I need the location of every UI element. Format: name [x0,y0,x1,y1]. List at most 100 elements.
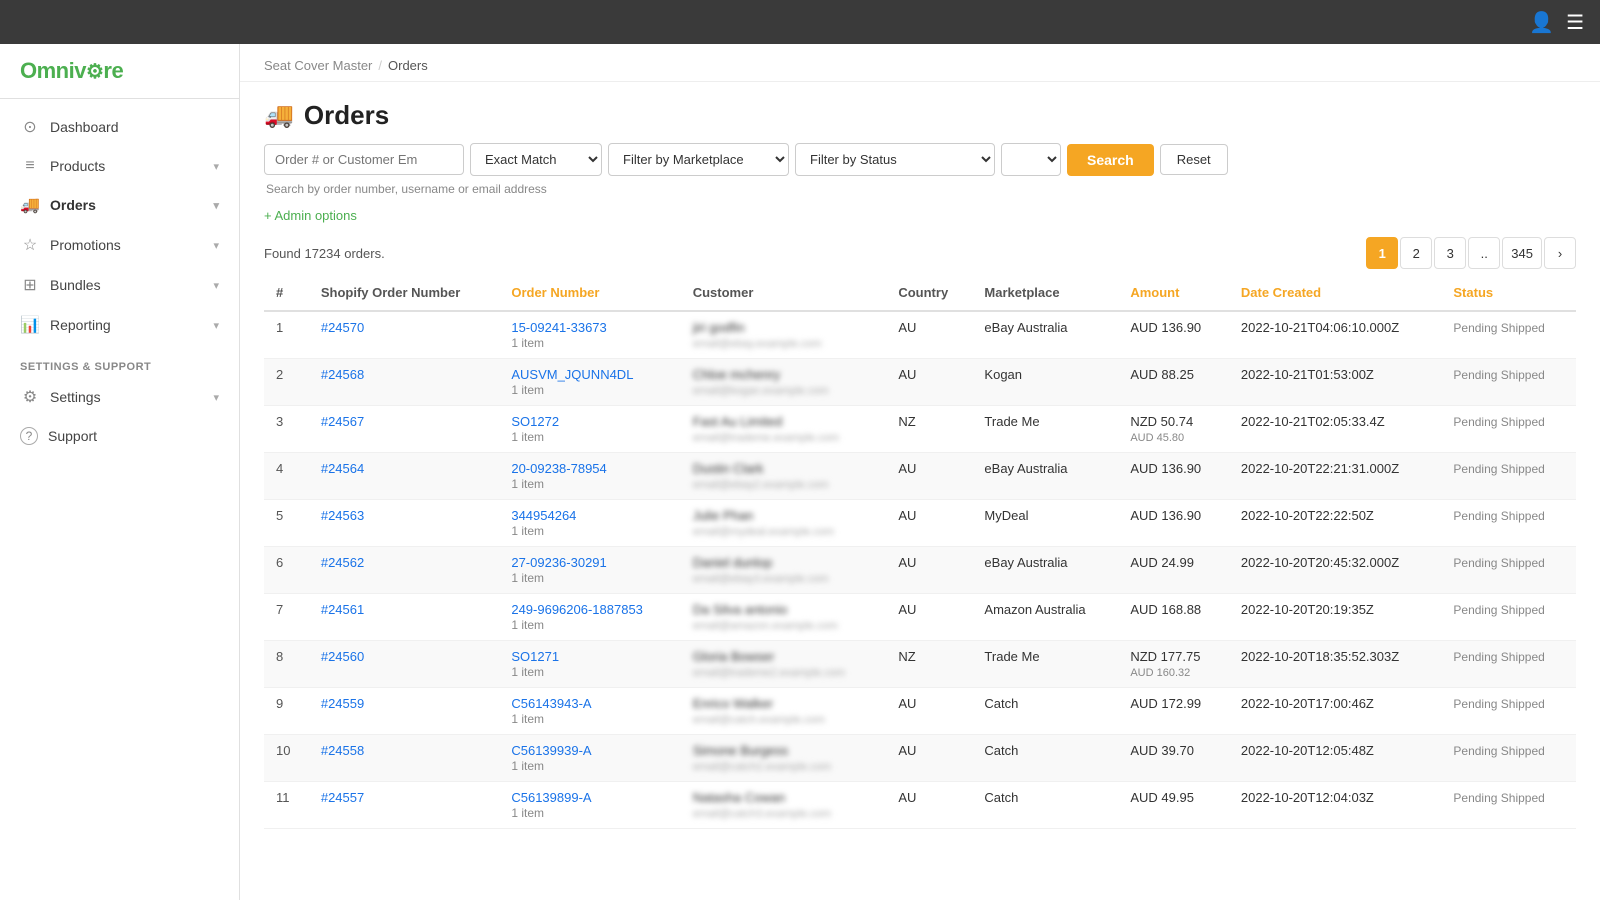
shopify-order-link[interactable]: #24564 [321,461,364,476]
order-num-link[interactable]: SO1272 [511,414,559,429]
main-content: Seat Cover Master / Orders 🚚 Orders Exac… [240,44,1600,900]
page-btn-2[interactable]: 2 [1400,237,1432,269]
user-icon[interactable]: 👤 [1529,10,1554,35]
filter-marketplace-select[interactable]: Filter by Marketplace eBay Australia Ama… [608,143,789,176]
sidebar-item-reporting[interactable]: 📊 Reporting ▾ [0,305,239,345]
page-btn-3[interactable]: 3 [1434,237,1466,269]
cell-status: Pending Shipped [1441,453,1576,500]
cell-num: 2 [264,359,309,406]
cell-date: 2022-10-20T22:22:50Z [1229,500,1442,547]
reset-button[interactable]: Reset [1160,144,1228,175]
cell-order-num: 20-09238-78954 1 item [499,453,680,500]
cell-status: Pending Shipped [1441,406,1576,453]
results-bar: Found 17234 orders. 1 2 3 .. 345 › [240,231,1600,275]
order-num-link[interactable]: C56143943-A [511,696,591,711]
item-count: 1 item [511,336,544,350]
cell-marketplace: Catch [972,688,1118,735]
shopify-order-link[interactable]: #24567 [321,414,364,429]
customer-email: email@ebay.example.com [693,338,822,350]
col-header-date[interactable]: Date Created [1229,275,1442,311]
order-num-link[interactable]: 344954264 [511,508,576,523]
customer-email: email@ebay2.example.com [693,479,829,491]
sidebar-item-settings[interactable]: ⚙ Settings ▾ [0,377,239,417]
admin-options-link[interactable]: + Admin options [264,208,357,223]
sidebar-item-orders[interactable]: 🚚 Orders ▾ [0,185,239,225]
order-num-link[interactable]: AUSVM_JQUNN4DL [511,367,633,382]
order-num-link[interactable]: 27-09236-30291 [511,555,606,570]
top-header: 👤 ☰ [0,0,1600,44]
cell-customer: Fast Au Limited email@trademe.example.co… [681,406,887,453]
item-count: 1 item [511,618,544,632]
table-row: 5 #24563 344954264 1 item Julie Phan ema… [264,500,1576,547]
order-num-link[interactable]: 249-9696206-1887853 [511,602,643,617]
cell-order-num: C56143943-A 1 item [499,688,680,735]
orders-table: # Shopify Order Number Order Number Cust… [264,275,1576,829]
order-num-link[interactable]: SO1271 [511,649,559,664]
cell-status: Pending Shipped [1441,547,1576,594]
order-num-link[interactable]: 15-09241-33673 [511,320,606,335]
col-header-order-num[interactable]: Order Number [499,275,680,311]
page-title: Orders [304,100,389,131]
order-num-link[interactable]: C56139939-A [511,743,591,758]
search-input[interactable] [264,144,464,175]
order-num-link[interactable]: C56139899-A [511,790,591,805]
shopify-order-link[interactable]: #24557 [321,790,364,805]
per-page-select[interactable]: 10 25 50 100 [1001,143,1061,176]
sidebar-item-support[interactable]: ? Support [0,417,239,455]
breadcrumb-current: Orders [388,58,428,73]
page-next-btn[interactable]: › [1544,237,1576,269]
search-hint: Search by order number, username or emai… [264,182,1576,196]
order-num-link[interactable]: 20-09238-78954 [511,461,606,476]
sidebar-item-bundles[interactable]: ⊞ Bundles ▾ [0,265,239,305]
page-btn-1[interactable]: 1 [1366,237,1398,269]
item-count: 1 item [511,665,544,679]
breadcrumb-parent[interactable]: Seat Cover Master [264,58,372,73]
table-header-row: # Shopify Order Number Order Number Cust… [264,275,1576,311]
page-btn-345[interactable]: 345 [1502,237,1542,269]
cell-order-num: 27-09236-30291 1 item [499,547,680,594]
shopify-order-link[interactable]: #24563 [321,508,364,523]
amount-secondary: AUD 45.80 [1130,432,1184,444]
table-row: 4 #24564 20-09238-78954 1 item Dustin Cl… [264,453,1576,500]
status-badge: Pending Shipped [1453,744,1544,758]
cell-amount: AUD 39.70 [1118,735,1229,782]
cell-status: Pending Shipped [1441,500,1576,547]
menu-icon[interactable]: ☰ [1566,10,1584,35]
cell-amount: AUD 136.90 [1118,311,1229,359]
shopify-order-link[interactable]: #24562 [321,555,364,570]
exact-match-select[interactable]: Exact Match Contains [470,143,602,176]
cell-shopify: #24557 [309,782,500,829]
search-button[interactable]: Search [1067,144,1154,176]
table-container: # Shopify Order Number Order Number Cust… [240,275,1600,853]
cell-marketplace: Catch [972,782,1118,829]
shopify-order-link[interactable]: #24559 [321,696,364,711]
sidebar-item-dashboard[interactable]: ⊙ Dashboard [0,107,239,147]
col-header-customer: Customer [681,275,887,311]
shopify-order-link[interactable]: #24558 [321,743,364,758]
shopify-order-link[interactable]: #24570 [321,320,364,335]
chevron-down-icon: ▾ [213,279,219,292]
shopify-order-link[interactable]: #24560 [321,649,364,664]
status-badge: Pending Shipped [1453,509,1544,523]
amount-main: AUD 168.88 [1130,602,1201,617]
filter-status-select[interactable]: Filter by Status Pending Shipped Shipped… [795,143,995,176]
col-header-status[interactable]: Status [1441,275,1576,311]
shopify-order-link[interactable]: #24561 [321,602,364,617]
status-badge: Pending Shipped [1453,462,1544,476]
sidebar-item-promotions[interactable]: ☆ Promotions ▾ [0,225,239,265]
col-header-amount[interactable]: Amount [1118,275,1229,311]
cell-customer: Dustin Clark email@ebay2.example.com [681,453,887,500]
settings-section-title: SETTINGS & SUPPORT [0,345,239,377]
table-row: 2 #24568 AUSVM_JQUNN4DL 1 item Chloe mch… [264,359,1576,406]
shopify-order-link[interactable]: #24568 [321,367,364,382]
cell-customer: Simone Burgess email@catch2.example.com [681,735,887,782]
cell-num: 10 [264,735,309,782]
search-bar: Exact Match Contains Filter by Marketpla… [240,143,1600,204]
customer-name: Chloe mchenry [693,367,780,382]
customer-name: Simone Burgess [693,743,788,758]
cell-amount: NZD 177.75 AUD 160.32 [1118,641,1229,688]
sidebar-item-products[interactable]: ≡ Products ▾ [0,147,239,185]
chevron-down-icon: ▾ [213,391,219,404]
amount-main: NZD 50.74 [1130,414,1193,429]
page-header: 🚚 Orders [240,82,1600,143]
